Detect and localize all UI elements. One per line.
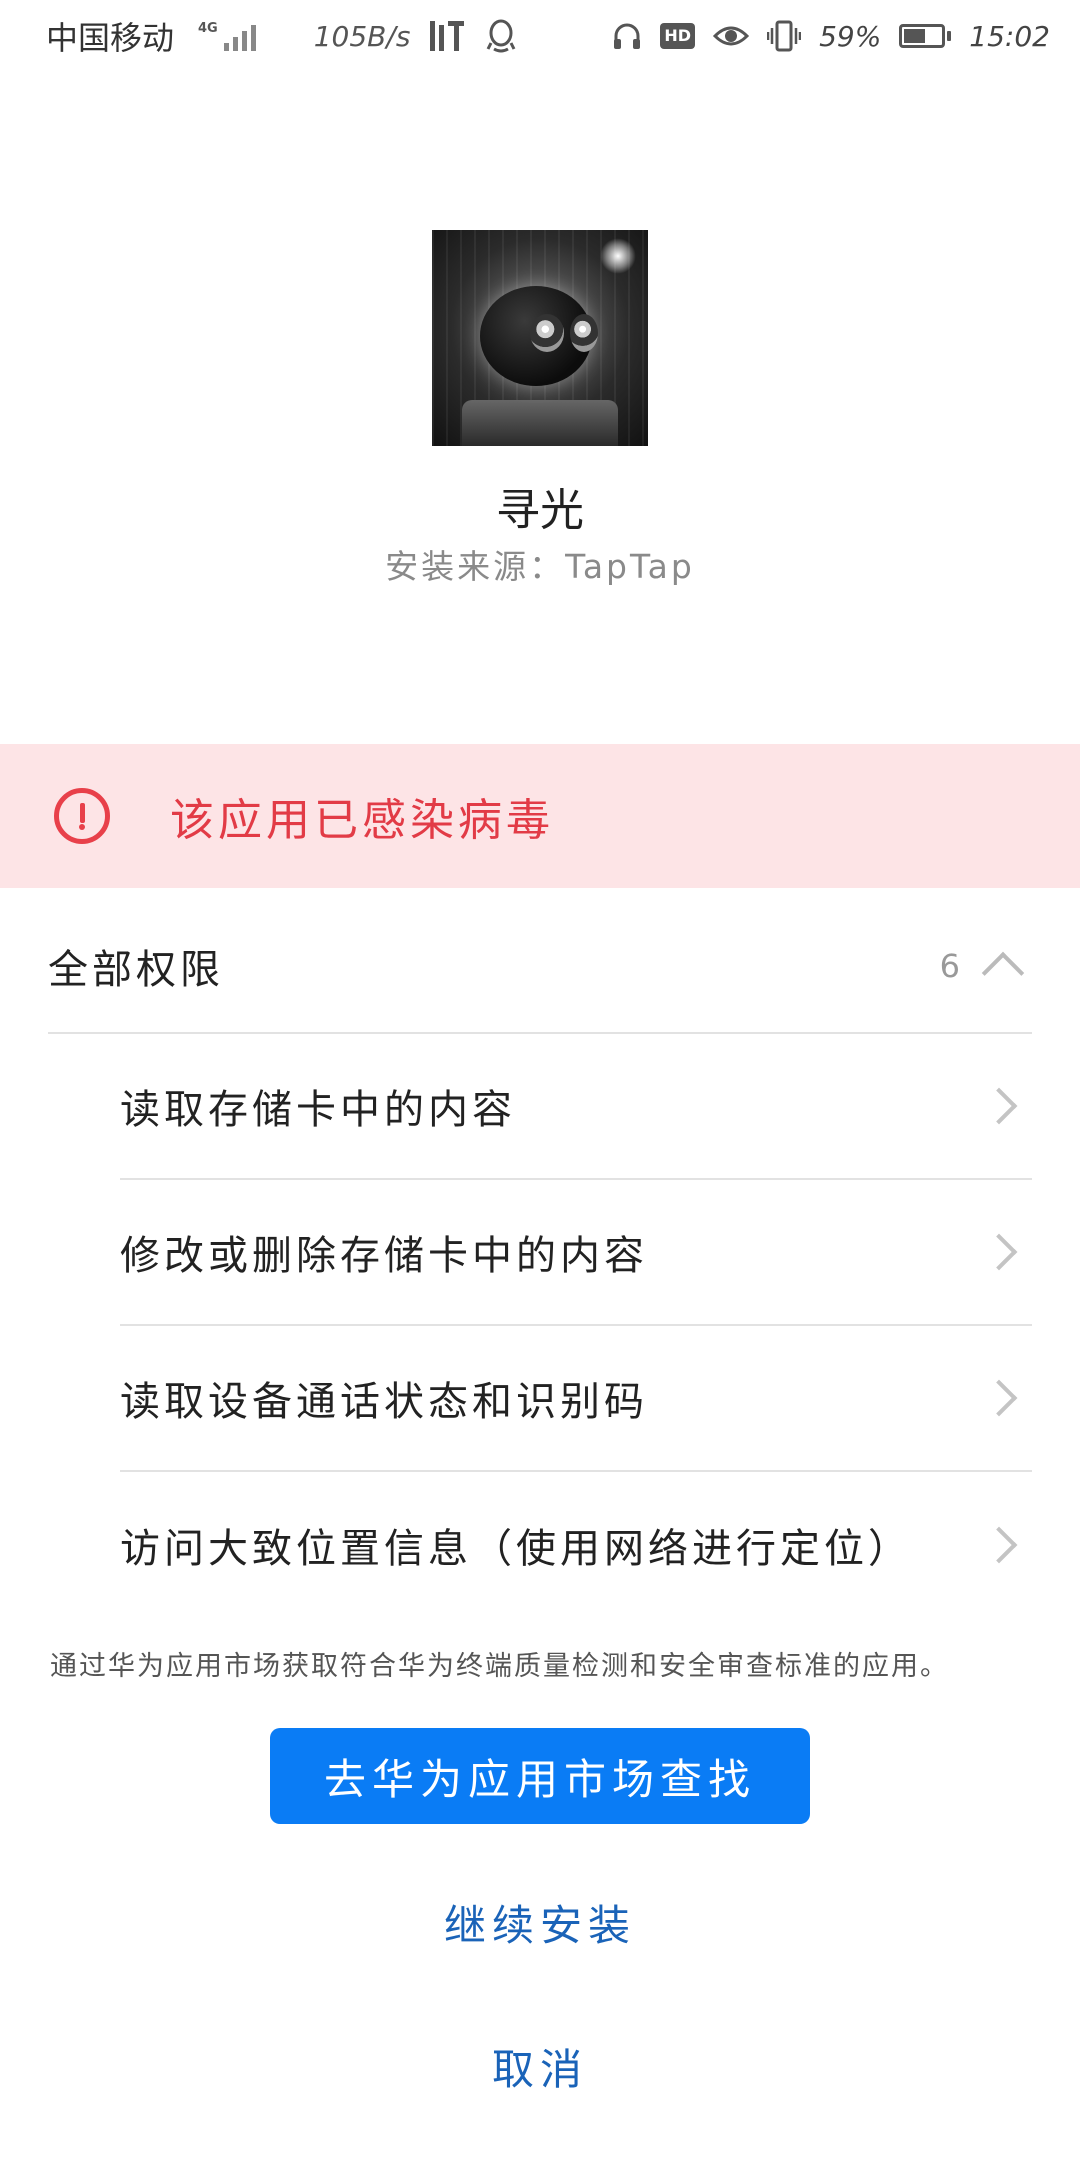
huawei-market-note: 通过华为应用市场获取符合华为终端质量检测和安全审查标准的应用。	[50, 1651, 949, 1682]
chevron-right-icon	[980, 1233, 1018, 1271]
network-type: 4G	[198, 21, 218, 36]
hd-icon: HD	[660, 23, 696, 49]
eye-comfort-icon	[713, 22, 750, 50]
permissions-list: 读取存储卡中的内容 修改或删除存储卡中的内容 读取设备通话状态和识别码 访问大致…	[120, 1034, 1032, 1618]
continue-install-button[interactable]: 继续安装	[0, 1892, 1080, 1953]
permission-item-phone-state[interactable]: 读取设备通话状态和识别码	[120, 1326, 1032, 1472]
app-name: 寻光	[496, 485, 584, 536]
alert-icon	[54, 788, 110, 844]
headphones-icon	[612, 21, 642, 51]
battery-percent: 59%	[819, 19, 882, 53]
status-bar-left: 中国移动 4G 105B/s	[46, 13, 516, 59]
signal-icon: 4G	[198, 21, 256, 51]
permissions-count: 6	[939, 947, 960, 985]
permission-label: 读取存储卡中的内容	[120, 1087, 516, 1133]
permission-label: 读取设备通话状态和识别码	[120, 1379, 648, 1425]
qq-icon	[486, 19, 516, 53]
clock: 15:02	[969, 19, 1050, 53]
permission-item-coarse-location[interactable]: 访问大致位置信息（使用网络进行定位）	[120, 1472, 1032, 1618]
cancel-button[interactable]: 取消	[0, 2036, 1080, 2097]
permission-item-read-storage[interactable]: 读取存储卡中的内容	[120, 1034, 1032, 1180]
find-in-huawei-market-button[interactable]: 去华为应用市场查找	[270, 1728, 810, 1824]
install-source: 安装来源：TapTap	[385, 547, 695, 586]
chevron-right-icon	[980, 1379, 1018, 1417]
carrier-name: 中国移动	[46, 19, 175, 57]
net-speed: 105B/s	[313, 19, 411, 53]
permissions-title: 全部权限	[48, 947, 224, 993]
warning-text: 该应用已感染病毒	[170, 795, 554, 846]
status-bar: 中国移动 4G 105B/s HD 59% 15:02	[0, 0, 1080, 72]
chevron-right-icon	[980, 1087, 1018, 1125]
permission-item-modify-storage[interactable]: 修改或删除存储卡中的内容	[120, 1180, 1032, 1326]
permissions-header-right: 6	[939, 944, 1025, 995]
permission-label: 修改或删除存储卡中的内容	[120, 1233, 648, 1279]
vibrate-icon	[767, 20, 802, 52]
battery-icon	[899, 24, 952, 48]
status-bar-right: HD 59% 15:02	[612, 20, 1050, 53]
virus-warning-banner: 该应用已感染病毒	[0, 744, 1080, 888]
permission-label: 访问大致位置信息（使用网络进行定位）	[120, 1526, 912, 1572]
all-permissions-toggle[interactable]: 全部权限 6	[48, 900, 1032, 1034]
ting-app-icon	[428, 19, 468, 53]
chevron-right-icon	[980, 1526, 1018, 1564]
app-icon	[432, 230, 648, 446]
chevron-up-icon	[981, 951, 1025, 995]
